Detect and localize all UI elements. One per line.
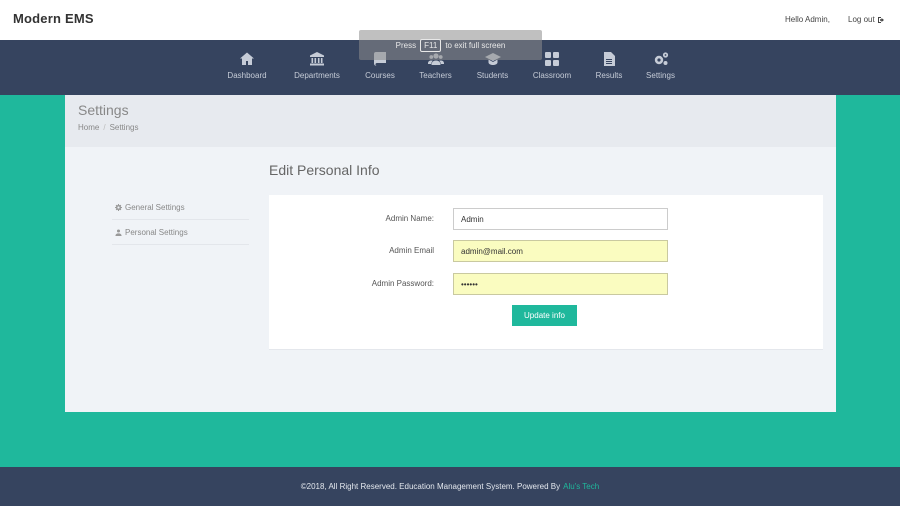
sidebar-item-label: General Settings — [125, 202, 185, 212]
admin-password-label: Admin Password: — [371, 279, 434, 288]
fullscreen-tooltip-suffix: to exit full screen — [445, 40, 506, 50]
admin-password-input[interactable] — [453, 273, 668, 295]
nav-item-results[interactable]: Results — [594, 40, 624, 95]
home-icon — [238, 50, 256, 68]
nav-label: Departments — [294, 71, 340, 80]
nav-item-departments[interactable]: Departments — [290, 40, 344, 95]
settings-sidebar: General Settings Personal Settings — [112, 195, 249, 245]
page-title: Settings — [78, 102, 129, 118]
institution-icon — [308, 50, 326, 68]
nav-item-dashboard[interactable]: Dashboard — [225, 40, 269, 95]
file-icon — [600, 50, 618, 68]
admin-password-row: Admin Password: — [269, 273, 823, 295]
sidebar-item-label: Personal Settings — [125, 227, 188, 237]
admin-name-input[interactable] — [453, 208, 668, 230]
breadcrumb-current: Settings — [109, 123, 139, 132]
admin-email-input[interactable] — [453, 240, 668, 262]
footer-link[interactable]: Alu's Tech — [563, 482, 599, 491]
greeting-text: Hello Admin, — [785, 15, 830, 24]
nav-label: Settings — [646, 71, 675, 80]
cogs-icon — [652, 50, 670, 68]
footer-text: ©2018, All Right Reserved. Education Man… — [300, 482, 561, 491]
nav-label: Teachers — [419, 71, 452, 80]
logout-label: Log out — [848, 15, 875, 24]
grid-icon — [543, 50, 561, 68]
sidebar-item-general-settings[interactable]: General Settings — [112, 195, 249, 220]
breadcrumb: Home / Settings — [78, 123, 138, 132]
admin-email-label: Admin Email — [389, 246, 434, 255]
form-title: Edit Personal Info — [269, 162, 380, 178]
sign-out-icon — [877, 16, 884, 23]
personal-info-form: Admin Name: Admin Email Admin Password: … — [269, 195, 823, 350]
fullscreen-tooltip: Press F11 to exit full screen — [359, 30, 542, 60]
nav-label: Dashboard — [227, 71, 267, 80]
breadcrumb-home[interactable]: Home — [78, 123, 99, 132]
brand-logo[interactable]: Modern EMS — [13, 11, 94, 26]
gear-icon — [115, 203, 122, 211]
update-info-button[interactable]: Update info — [512, 305, 577, 326]
nav-label: Courses — [365, 71, 395, 80]
sidebar-item-personal-settings[interactable]: Personal Settings — [112, 220, 249, 245]
nav-item-settings[interactable]: Settings — [644, 40, 677, 95]
footer: ©2018, All Right Reserved. Education Man… — [0, 467, 900, 506]
nav-label: Results — [595, 71, 623, 80]
logout-link[interactable]: Log out — [848, 15, 885, 24]
content-card: Settings Home / Settings General Setting… — [65, 95, 836, 412]
fullscreen-tooltip-key: F11 — [420, 38, 442, 52]
nav-label: Classroom — [532, 71, 572, 80]
user-icon — [115, 228, 122, 236]
admin-name-row: Admin Name: — [269, 208, 823, 230]
fullscreen-tooltip-prefix: Press — [395, 40, 417, 50]
nav-label: Students — [476, 71, 509, 80]
page-header: Settings Home / Settings — [65, 95, 836, 147]
breadcrumb-separator: / — [103, 123, 106, 132]
admin-name-label: Admin Name: — [385, 214, 434, 223]
admin-email-row: Admin Email — [269, 240, 823, 262]
